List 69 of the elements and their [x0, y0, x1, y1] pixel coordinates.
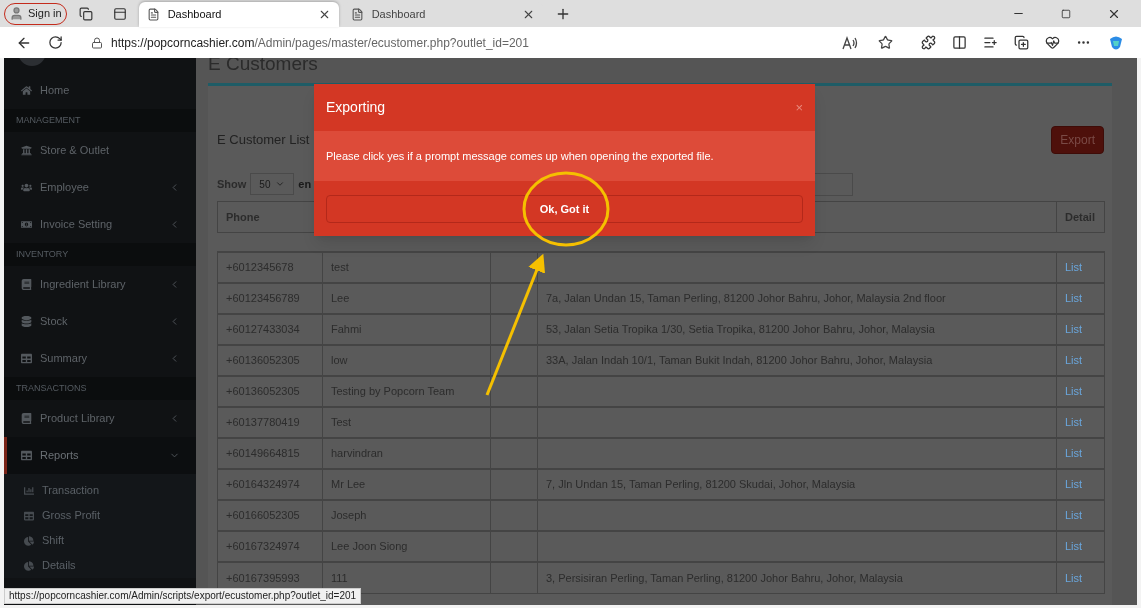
modal-title: Exporting	[326, 98, 386, 117]
detail-link[interactable]: List	[1065, 323, 1083, 336]
page-icon	[350, 8, 364, 21]
profile-icon	[9, 6, 24, 21]
reload-icon[interactable]	[48, 35, 63, 50]
extensions-icon[interactable]	[921, 35, 936, 50]
submenu-item[interactable]: Gross Profit	[4, 503, 196, 528]
export-button[interactable]: Export	[1051, 126, 1104, 154]
home-icon	[21, 85, 32, 96]
close-button[interactable]: ×	[795, 101, 803, 114]
detail-link[interactable]: List	[1065, 571, 1083, 584]
page-size-select[interactable]: 50	[250, 173, 295, 195]
detail-link[interactable]: List	[1065, 261, 1083, 274]
database-icon	[21, 316, 32, 327]
grid-icon	[21, 353, 32, 364]
detail-link[interactable]: List	[1065, 447, 1083, 460]
workspaces-icon[interactable]	[78, 6, 93, 21]
pie-chart-icon	[24, 560, 34, 571]
section-header: INVENTORY	[16, 247, 69, 261]
url-text: https://popcorncashier.com/Admin/pages/master/ecustomer.php?outlet_id=201	[111, 34, 530, 52]
section-header: TRANSACTIONS	[16, 381, 87, 395]
section-header: MANAGEMENT	[16, 113, 81, 127]
detail-link[interactable]: List	[1065, 385, 1083, 398]
sidebar-item[interactable]: Store & Outlet	[4, 132, 196, 169]
pie-chart-icon	[24, 535, 34, 546]
tab-title: Dashboard	[371, 7, 427, 23]
submenu-item[interactable]: Details	[4, 553, 196, 578]
page-icon	[146, 8, 160, 21]
tab-title: Dashboard	[167, 7, 223, 23]
detail-link[interactable]: List	[1065, 354, 1083, 367]
entries-label: en	[298, 176, 312, 192]
sidebar-item[interactable]: Employee	[4, 169, 196, 206]
sidebar-item[interactable]: Summary	[4, 340, 196, 377]
tab-actions-icon[interactable]	[112, 6, 127, 21]
confirm-button[interactable]: Ok, Got it	[326, 195, 803, 223]
favorites-icon[interactable]	[983, 35, 998, 50]
detail-link[interactable]: List	[1065, 478, 1083, 491]
sidebar-item[interactable]: Ingredient Library	[4, 266, 196, 303]
browser-tab[interactable]: Dashboard	[138, 2, 339, 27]
favorite-icon[interactable]	[878, 35, 893, 50]
modal-message: Please click yes if a prompt message comes up when opening the exported file.	[326, 148, 714, 164]
detail-link[interactable]: List	[1065, 540, 1083, 553]
grid-icon	[21, 450, 32, 461]
grid-icon	[24, 510, 34, 521]
submenu-item[interactable]: Transaction	[4, 478, 196, 503]
book-icon	[21, 413, 32, 424]
sidebar-item[interactable]: Product Library	[4, 400, 196, 437]
card-title: E Customer List	[217, 131, 310, 150]
sidebar-item[interactable]: Home	[4, 72, 196, 109]
bar-chart-icon	[24, 485, 34, 496]
sidebar-item[interactable]: Invoice Setting	[4, 206, 196, 243]
chevron-down-icon	[275, 179, 286, 189]
bank-icon	[21, 145, 32, 156]
health-icon[interactable]	[1045, 35, 1060, 50]
status-url: https://popcorncashier.com/Admin/scripts/export/ecustomer.php?outlet_id=201	[4, 588, 362, 604]
users-icon	[21, 182, 32, 193]
lock-icon	[91, 36, 103, 49]
collections-icon[interactable]	[1014, 35, 1029, 50]
detail-link[interactable]: List	[1065, 416, 1083, 429]
banknote-icon	[21, 219, 32, 230]
sidebar-item[interactable]: Reports	[4, 437, 196, 474]
book-icon	[21, 279, 32, 290]
maximize-icon[interactable]	[1061, 8, 1071, 19]
split-screen-icon[interactable]	[952, 35, 967, 50]
sidebar-item[interactable]: Stock	[4, 303, 196, 340]
detail-link[interactable]: List	[1065, 292, 1083, 305]
detail-link[interactable]: List	[1065, 509, 1083, 522]
read-aloud-icon[interactable]	[842, 35, 858, 50]
submenu-item[interactable]: Shift	[4, 528, 196, 553]
